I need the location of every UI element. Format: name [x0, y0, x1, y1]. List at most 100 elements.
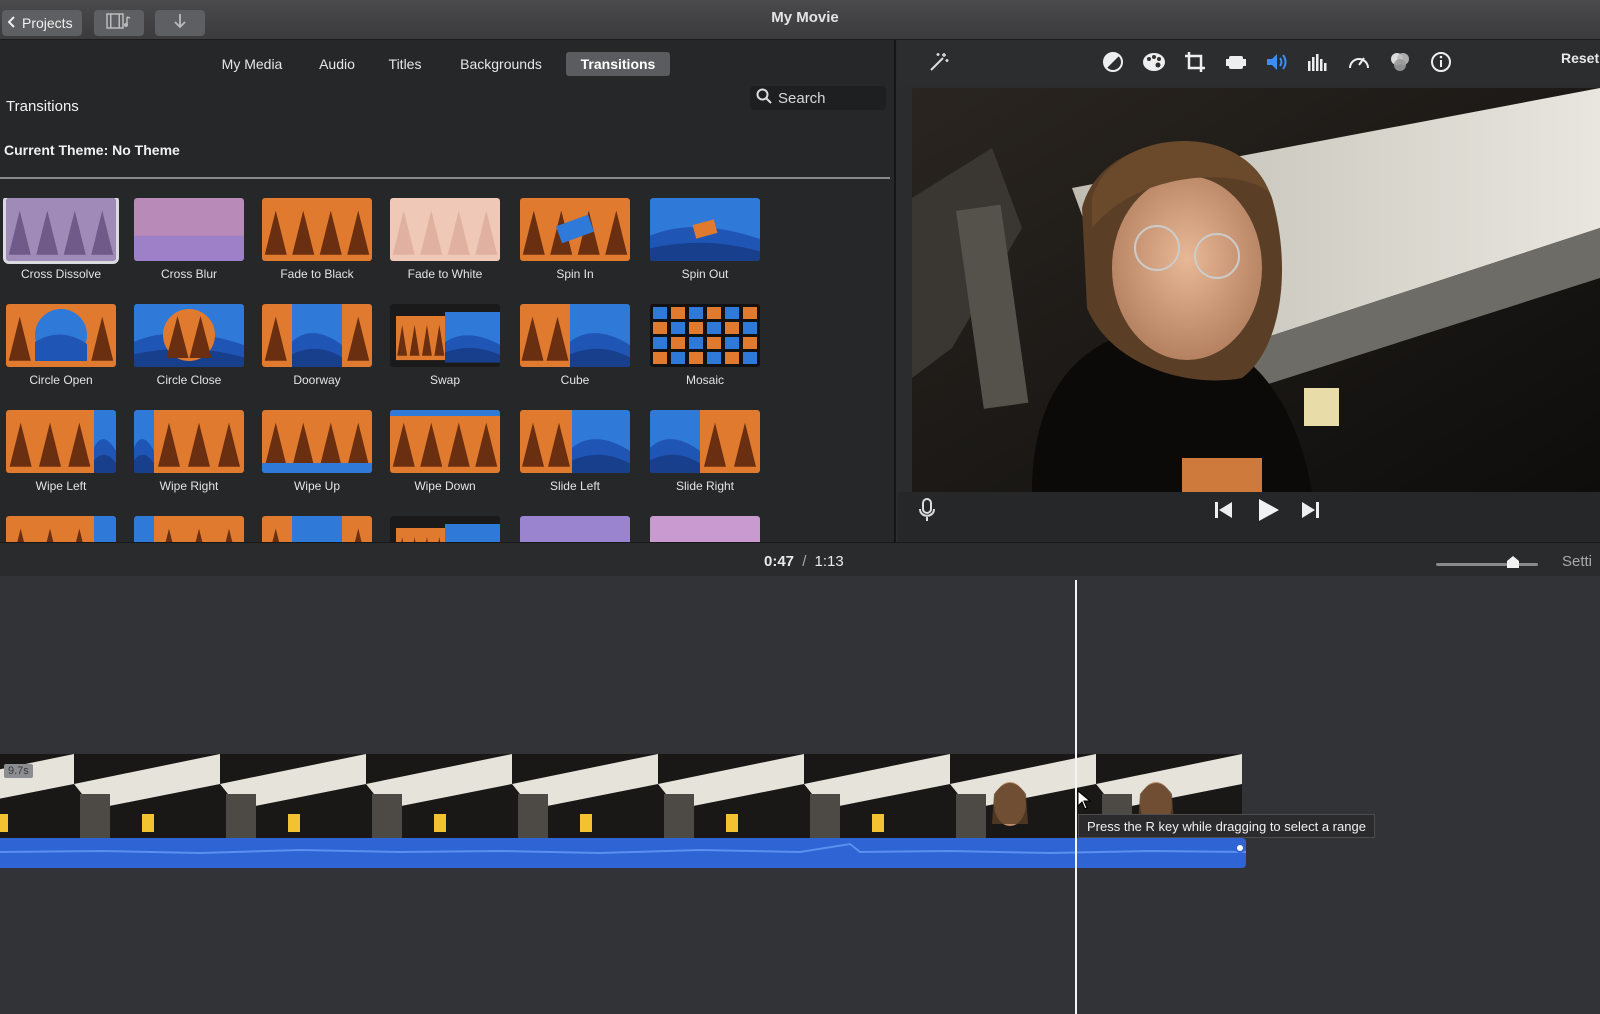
transition-thumbnail [6, 516, 116, 542]
tab-titles[interactable]: Titles [382, 52, 428, 76]
transition-partial-tile[interactable] [6, 516, 116, 542]
transition-label: Cross Blur [160, 267, 217, 281]
volume-icon[interactable] [1264, 49, 1290, 75]
projects-label: Projects [22, 15, 73, 31]
clip-frame [804, 754, 950, 846]
transition-label: Slide Right [675, 479, 735, 493]
transition-wipe-left[interactable]: Wipe Left [6, 410, 116, 493]
search-icon [756, 88, 772, 108]
imovie-window: Projects My Movie My Media Audio Titles … [0, 0, 1600, 1014]
tab-audio[interactable]: Audio [312, 52, 362, 76]
skip-forward-icon[interactable] [1300, 501, 1320, 524]
waveform-graphic [0, 842, 1247, 855]
divider [0, 177, 890, 179]
clip-frame [74, 754, 220, 846]
zoom-slider-knob[interactable] [1505, 555, 1521, 569]
transition-thumbnail [262, 410, 372, 473]
filter-icon[interactable] [1387, 49, 1413, 75]
video-clip[interactable] [0, 754, 1246, 846]
transition-circle-close[interactable]: Circle Close [134, 304, 244, 387]
transition-partial-tile[interactable] [134, 516, 244, 542]
transition-partial-tile[interactable] [390, 516, 500, 542]
skip-back-icon[interactable] [1214, 501, 1234, 524]
tab-my-media[interactable]: My Media [214, 52, 290, 76]
transition-thumbnail [390, 304, 500, 367]
transition-thumbnail [134, 516, 244, 542]
transition-cross-blur[interactable]: Cross Blur [134, 198, 244, 281]
transition-label: Circle Close [156, 373, 222, 387]
transition-thumbnail [3, 198, 119, 264]
transition-thumbnail [390, 410, 500, 473]
color-balance-icon[interactable] [1100, 49, 1126, 75]
current-theme-label: Current Theme: No Theme [4, 142, 180, 158]
section-title: Transitions [6, 98, 79, 115]
transition-slide-right[interactable]: Slide Right [650, 410, 760, 493]
color-palette-icon[interactable] [1141, 49, 1167, 75]
clip-frame [512, 754, 658, 846]
info-icon[interactable] [1428, 49, 1454, 75]
tab-backgrounds[interactable]: Backgrounds [454, 52, 548, 76]
transition-thumbnail [650, 516, 760, 542]
clip-frame [658, 754, 804, 846]
transition-thumbnail [6, 304, 116, 367]
arrow-down-icon [173, 13, 187, 34]
chevron-left-icon [7, 15, 16, 31]
transition-fade-to-white[interactable]: Fade to White [390, 198, 500, 281]
tab-transitions[interactable]: Transitions [566, 52, 670, 76]
content-browser: My Media Audio Titles Backgrounds Transi… [0, 40, 896, 542]
transition-slide-left[interactable]: Slide Left [520, 410, 630, 493]
transition-label: Spin Out [681, 267, 729, 281]
transition-label: Wipe Right [159, 479, 219, 493]
search-placeholder: Search [778, 89, 826, 107]
transition-cube[interactable]: Cube [520, 304, 630, 387]
transition-partial-tile[interactable] [262, 516, 372, 542]
transition-thumbnail [520, 304, 630, 367]
transition-thumbnail [262, 516, 372, 542]
transition-label: Wipe Left [35, 479, 87, 493]
stabilization-camera-icon[interactable] [1223, 49, 1249, 75]
transition-partial-tile[interactable] [520, 516, 630, 542]
media-library-button[interactable] [94, 10, 144, 36]
transition-doorway[interactable]: Doorway [262, 304, 372, 387]
transition-wipe-up[interactable]: Wipe Up [262, 410, 372, 493]
adjustments-toolbar [898, 40, 1600, 86]
projects-button[interactable]: Projects [2, 10, 82, 36]
transition-thumbnail [262, 198, 372, 261]
transition-spin-out[interactable]: Spin Out [650, 198, 760, 281]
current-time: 0:47 [764, 553, 795, 570]
audio-waveform[interactable] [0, 838, 1247, 868]
crop-icon[interactable] [1182, 49, 1208, 75]
transition-thumbnail [390, 516, 500, 542]
import-button[interactable] [155, 10, 205, 36]
transition-spin-in[interactable]: Spin In [520, 198, 630, 281]
transition-wipe-down[interactable]: Wipe Down [390, 410, 500, 493]
playback-controls [898, 492, 1600, 542]
title-bar: Projects My Movie [0, 0, 1600, 40]
transition-swap[interactable]: Swap [390, 304, 500, 387]
video-viewer [912, 88, 1600, 492]
transition-partial-tile[interactable] [650, 516, 760, 542]
mouse-pointer-icon [1077, 789, 1092, 815]
search-field[interactable]: Search [750, 86, 886, 110]
transition-thumbnail [6, 410, 116, 473]
reset-button[interactable]: Reset [1561, 50, 1599, 66]
timeline[interactable]: 9.7s [0, 576, 1600, 1014]
transition-cross-dissolve[interactable]: Cross Dissolve [3, 198, 119, 281]
transitions-grid: Cross Dissolve Cross Blur Fade to Black Fad… [0, 198, 896, 542]
transition-wipe-right[interactable]: Wipe Right [134, 410, 244, 493]
settings-button[interactable]: Setti [1562, 553, 1592, 570]
speed-icon[interactable] [1346, 49, 1372, 75]
transition-thumbnail [520, 516, 630, 542]
transition-fade-to-black[interactable]: Fade to Black [262, 198, 372, 281]
play-icon[interactable] [1256, 498, 1280, 527]
transition-circle-open[interactable]: Circle Open [6, 304, 116, 387]
time-separator: / [802, 553, 807, 570]
transition-thumbnail [520, 410, 630, 473]
magic-wand-icon[interactable] [926, 49, 952, 75]
filmstrip-music-icon [106, 12, 132, 34]
timecode: 0:47 / 1:13 [764, 553, 844, 570]
microphone-icon[interactable] [918, 498, 936, 527]
transition-mosaic[interactable]: Mosaic [650, 304, 760, 387]
equalizer-icon[interactable] [1305, 49, 1331, 75]
zoom-slider[interactable] [1436, 563, 1538, 566]
